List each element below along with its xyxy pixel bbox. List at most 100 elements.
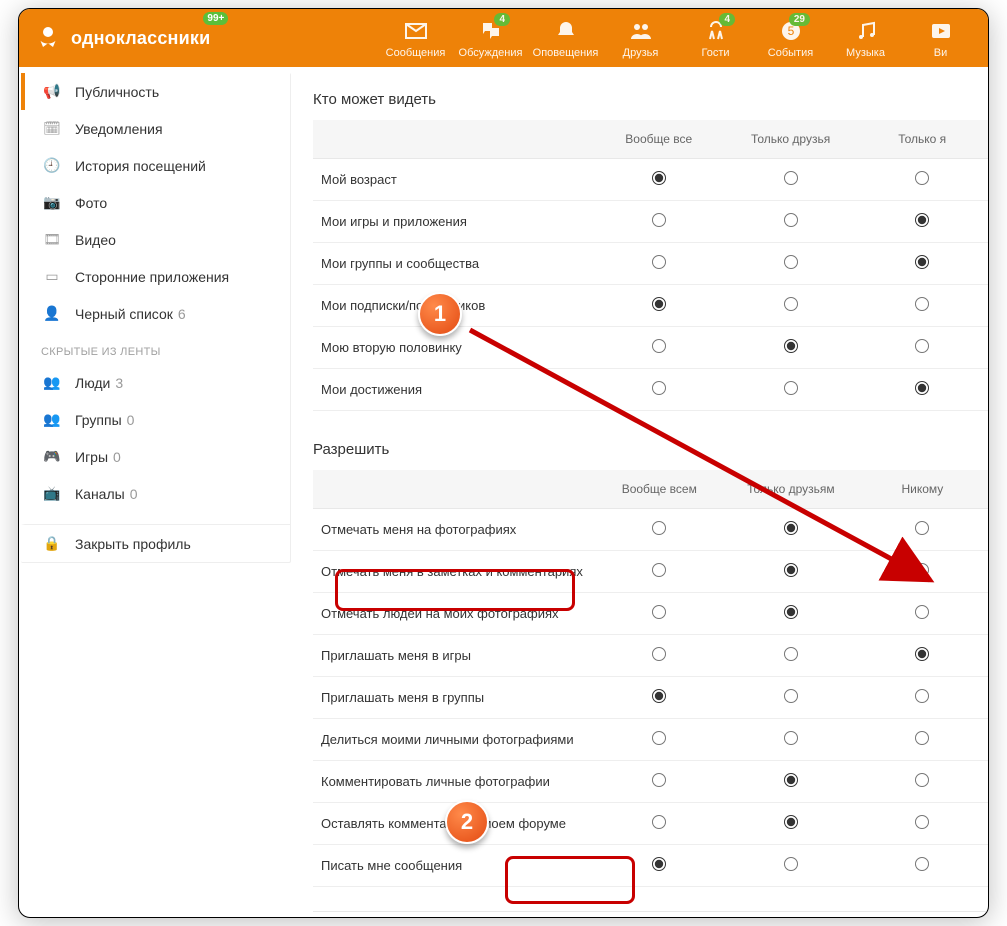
- nav-icon: [453, 17, 528, 45]
- radio[interactable]: [652, 689, 666, 703]
- sidebar-close-profile[interactable]: 🔒Закрыть профиль: [21, 524, 290, 562]
- row-label: Мои группы и сообщества: [313, 243, 593, 285]
- row-label: Отмечать людей на моих фотографиях: [313, 593, 594, 635]
- radio[interactable]: [652, 773, 666, 787]
- sidebar-icon: 🎞: [41, 231, 63, 248]
- sidebar-item-0[interactable]: 📢Публичность: [21, 73, 290, 110]
- radio[interactable]: [784, 213, 798, 227]
- radio[interactable]: [915, 339, 929, 353]
- radio[interactable]: [784, 815, 798, 829]
- radio[interactable]: [652, 521, 666, 535]
- radio[interactable]: [652, 297, 666, 311]
- radio[interactable]: [652, 815, 666, 829]
- sidebar: 📢Публичность🗓Уведомления🕘История посещен…: [19, 67, 291, 917]
- sidebar-item-1[interactable]: 🗓Уведомления: [21, 110, 290, 147]
- radio[interactable]: [784, 521, 798, 535]
- brand-name: одноклассники: [71, 28, 210, 49]
- radio[interactable]: [915, 255, 929, 269]
- row-label: Комментировать личные фотографии: [313, 761, 594, 803]
- radio[interactable]: [784, 857, 798, 871]
- radio[interactable]: [915, 297, 929, 311]
- sidebar-item-5[interactable]: ▭Сторонние приложения: [21, 258, 290, 295]
- radio[interactable]: [784, 689, 798, 703]
- section-title-visibility: Кто может видеть: [313, 91, 988, 108]
- row-label: Мои игры и приложения: [313, 201, 593, 243]
- row-label: Мои подписки/подписчиков: [313, 285, 593, 327]
- allow-table: Вообще всемТолько друзьямНикомуОтмечать …: [313, 470, 988, 887]
- radio[interactable]: [915, 731, 929, 745]
- radio[interactable]: [915, 689, 929, 703]
- sidebar-icon: 👤: [41, 305, 63, 322]
- col-header: Вообще всем: [594, 470, 726, 509]
- radio[interactable]: [784, 171, 798, 185]
- radio[interactable]: [652, 605, 666, 619]
- radio[interactable]: [915, 647, 929, 661]
- topnav: СообщенияОбсуждения4ОповещенияДрузьяГост…: [378, 17, 978, 59]
- topbar: одноклассники 99+ СообщенияОбсуждения4Оп…: [19, 9, 988, 67]
- row-label: Писать мне сообщения: [313, 845, 594, 887]
- radio[interactable]: [652, 213, 666, 227]
- radio[interactable]: [652, 857, 666, 871]
- radio[interactable]: [784, 339, 798, 353]
- radio[interactable]: [784, 731, 798, 745]
- radio[interactable]: [915, 171, 929, 185]
- radio[interactable]: [652, 647, 666, 661]
- col-header: Только друзьям: [725, 470, 857, 509]
- sidebar-icon: 📷: [41, 194, 63, 211]
- topnav-События[interactable]: 5События29: [753, 17, 828, 59]
- sidebar-item-2[interactable]: 🕘История посещений: [21, 147, 290, 184]
- sidebar-feed-3[interactable]: 📺Каналы 0: [21, 475, 290, 512]
- radio[interactable]: [784, 297, 798, 311]
- nav-icon: [903, 17, 978, 45]
- brand-logo[interactable]: одноклассники 99+: [29, 22, 210, 55]
- sidebar-icon: 👥: [41, 411, 63, 428]
- brand-badge: 99+: [203, 12, 228, 25]
- nav-icon: [828, 17, 903, 45]
- radio[interactable]: [652, 171, 666, 185]
- radio[interactable]: [915, 773, 929, 787]
- col-header: Только я: [856, 120, 988, 159]
- radio[interactable]: [652, 339, 666, 353]
- sidebar-feed-2[interactable]: 🎮Игры 0: [21, 438, 290, 475]
- topnav-Гости[interactable]: Гости4: [678, 17, 753, 59]
- row-label: Мой возраст: [313, 159, 593, 201]
- col-header: Только друзья: [725, 120, 857, 159]
- col-header: Вообще все: [593, 120, 725, 159]
- radio[interactable]: [915, 605, 929, 619]
- radio[interactable]: [915, 381, 929, 395]
- radio[interactable]: [784, 647, 798, 661]
- sidebar-item-4[interactable]: 🎞Видео: [21, 221, 290, 258]
- row-label: Отмечать меня в заметках и комментариях: [313, 551, 594, 593]
- topnav-Музыка[interactable]: Музыка: [828, 17, 903, 59]
- radio[interactable]: [652, 381, 666, 395]
- topnav-Сообщения[interactable]: Сообщения: [378, 17, 453, 59]
- radio[interactable]: [915, 213, 929, 227]
- radio[interactable]: [652, 563, 666, 577]
- radio[interactable]: [784, 381, 798, 395]
- row-label: Мои достижения: [313, 369, 593, 411]
- radio[interactable]: [915, 815, 929, 829]
- radio[interactable]: [915, 857, 929, 871]
- topnav-Оповещения[interactable]: Оповещения: [528, 17, 603, 59]
- radio[interactable]: [784, 255, 798, 269]
- radio[interactable]: [784, 563, 798, 577]
- radio[interactable]: [915, 521, 929, 535]
- topnav-Друзья[interactable]: Друзья: [603, 17, 678, 59]
- sidebar-feed-0[interactable]: 👥Люди 3: [21, 364, 290, 401]
- row-label: Оставлять комментарии в моем форуме: [313, 803, 594, 845]
- visibility-table: Вообще всеТолько друзьяТолько я Мой возра…: [313, 120, 988, 411]
- sidebar-item-3[interactable]: 📷Фото: [21, 184, 290, 221]
- topnav-Ви[interactable]: Ви: [903, 17, 978, 59]
- radio[interactable]: [652, 731, 666, 745]
- radio[interactable]: [784, 773, 798, 787]
- topnav-Обсуждения[interactable]: Обсуждения4: [453, 17, 528, 59]
- section-title-allow: Разрешить: [313, 441, 988, 458]
- radio[interactable]: [915, 563, 929, 577]
- nav-icon: [378, 17, 453, 45]
- radio[interactable]: [652, 255, 666, 269]
- sidebar-item-6[interactable]: 👤Черный список6: [21, 295, 290, 332]
- sidebar-feed-1[interactable]: 👥Группы 0: [21, 401, 290, 438]
- ok-logo-icon: [33, 22, 63, 55]
- nav-icon: [603, 17, 678, 45]
- radio[interactable]: [784, 605, 798, 619]
